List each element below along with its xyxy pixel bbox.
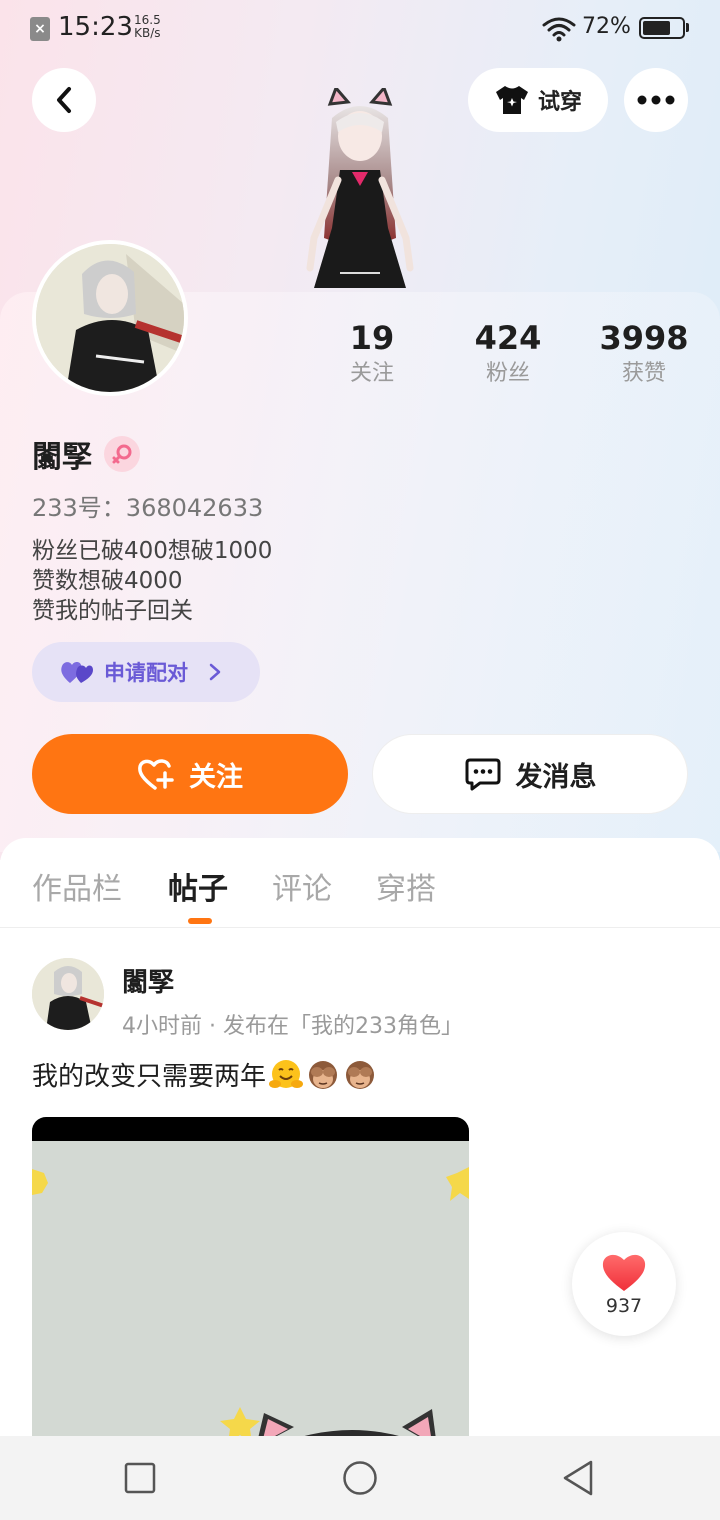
try-on-label: 试穿 bbox=[537, 90, 582, 115]
avatar-image bbox=[36, 244, 184, 392]
chevron-right-icon bbox=[209, 663, 221, 681]
back-button[interactable] bbox=[32, 68, 96, 132]
post-author-avatar-image bbox=[32, 958, 104, 1030]
bio-line: 粉丝已破400想破1000 bbox=[32, 538, 273, 564]
heart-icon bbox=[602, 1254, 646, 1291]
tab-outfits[interactable]: 穿搭 bbox=[376, 864, 436, 908]
stat-following-value: 19 bbox=[349, 319, 395, 357]
try-on-button[interactable]: 试穿 bbox=[468, 68, 608, 132]
active-tab-indicator bbox=[188, 918, 212, 924]
stat-likes-value: 3998 bbox=[599, 319, 689, 357]
user-id: 233号：368042633 bbox=[32, 494, 264, 522]
chat-bubble-icon bbox=[465, 758, 500, 791]
name-row: 闟孯 bbox=[32, 432, 140, 476]
stat-likes[interactable]: 3998 获赞 bbox=[584, 318, 704, 390]
stat-followers-value: 424 bbox=[474, 319, 542, 357]
double-heart-icon bbox=[61, 662, 93, 683]
status-bar: × 15:23 16.5 KB/s 72% bbox=[0, 0, 720, 58]
battery-tip bbox=[686, 23, 689, 32]
send-message-button[interactable]: 发消息 bbox=[372, 734, 688, 814]
see-no-evil-monkey-emoji bbox=[309, 1060, 338, 1089]
network-speed-unit: KB/s bbox=[134, 26, 161, 40]
home-button[interactable] bbox=[338, 1456, 382, 1500]
heart-plus-icon bbox=[138, 759, 174, 790]
post-image-content bbox=[32, 1141, 469, 1447]
character-figure-image bbox=[306, 85, 414, 288]
send-message-label: 发消息 bbox=[515, 761, 597, 793]
request-pair-label: 申请配对 bbox=[104, 661, 188, 685]
battery-percent: 72% bbox=[582, 14, 631, 39]
post-author-avatar[interactable] bbox=[32, 958, 104, 1030]
tab-works[interactable]: 作品栏 bbox=[32, 864, 122, 908]
hugging-face-emoji bbox=[269, 1059, 304, 1088]
sim-disabled-icon: × bbox=[30, 17, 50, 41]
post-meta: 4小时前 · 发布在「我的233角色」 bbox=[122, 1014, 463, 1039]
request-pair-button[interactable]: 申请配对 bbox=[32, 642, 260, 702]
tab-comments[interactable]: 评论 bbox=[272, 864, 332, 908]
network-speed: 16.5 KB/s bbox=[134, 14, 161, 40]
character-avatar-3d[interactable] bbox=[280, 85, 440, 294]
see-no-evil-monkey-emoji bbox=[346, 1060, 375, 1089]
female-gender-icon bbox=[104, 436, 140, 472]
more-icon bbox=[637, 95, 675, 105]
status-time: 15:23 bbox=[58, 12, 133, 42]
stat-followers[interactable]: 424 粉丝 bbox=[448, 318, 568, 390]
like-button[interactable]: 937 bbox=[572, 1232, 676, 1336]
post-text[interactable]: 我的改变只需要两年 bbox=[32, 1056, 377, 1093]
wifi-icon bbox=[542, 17, 576, 42]
square-icon bbox=[124, 1462, 156, 1494]
system-back-button[interactable] bbox=[556, 1456, 600, 1500]
tshirt-icon bbox=[495, 86, 528, 114]
profile-tabs: 作品栏 帖子 评论 穿搭 bbox=[0, 838, 720, 928]
stat-following-label: 关注 bbox=[349, 361, 394, 386]
battery-icon bbox=[639, 17, 685, 39]
stat-following[interactable]: 19 关注 bbox=[312, 318, 432, 390]
circle-icon bbox=[343, 1461, 377, 1495]
stat-likes-label: 获赞 bbox=[621, 361, 666, 386]
user-bio: 粉丝已破400想破1000 赞数想破4000 赞我的帖子回关 bbox=[32, 536, 272, 626]
user-avatar[interactable] bbox=[32, 240, 188, 396]
bio-line: 赞我的帖子回关 bbox=[32, 598, 193, 624]
like-count: 937 bbox=[605, 1295, 643, 1317]
post-text-body: 我的改变只需要两年 bbox=[32, 1062, 267, 1092]
more-options-button[interactable] bbox=[624, 68, 688, 132]
back-icon bbox=[57, 87, 71, 113]
system-navigation-bar bbox=[0, 1436, 720, 1520]
triangle-back-icon bbox=[563, 1460, 593, 1496]
battery-level-fill bbox=[643, 21, 670, 35]
follow-label: 关注 bbox=[189, 761, 243, 793]
recent-apps-button[interactable] bbox=[118, 1456, 162, 1500]
tab-posts[interactable]: 帖子 bbox=[168, 864, 228, 908]
post-author-name[interactable]: 闟孯 bbox=[122, 962, 174, 999]
stat-followers-label: 粉丝 bbox=[485, 361, 530, 386]
bio-line: 赞数想破4000 bbox=[32, 568, 183, 594]
username: 闟孯 bbox=[32, 440, 92, 475]
follow-button[interactable]: 关注 bbox=[32, 734, 348, 814]
post-image[interactable] bbox=[32, 1117, 469, 1447]
